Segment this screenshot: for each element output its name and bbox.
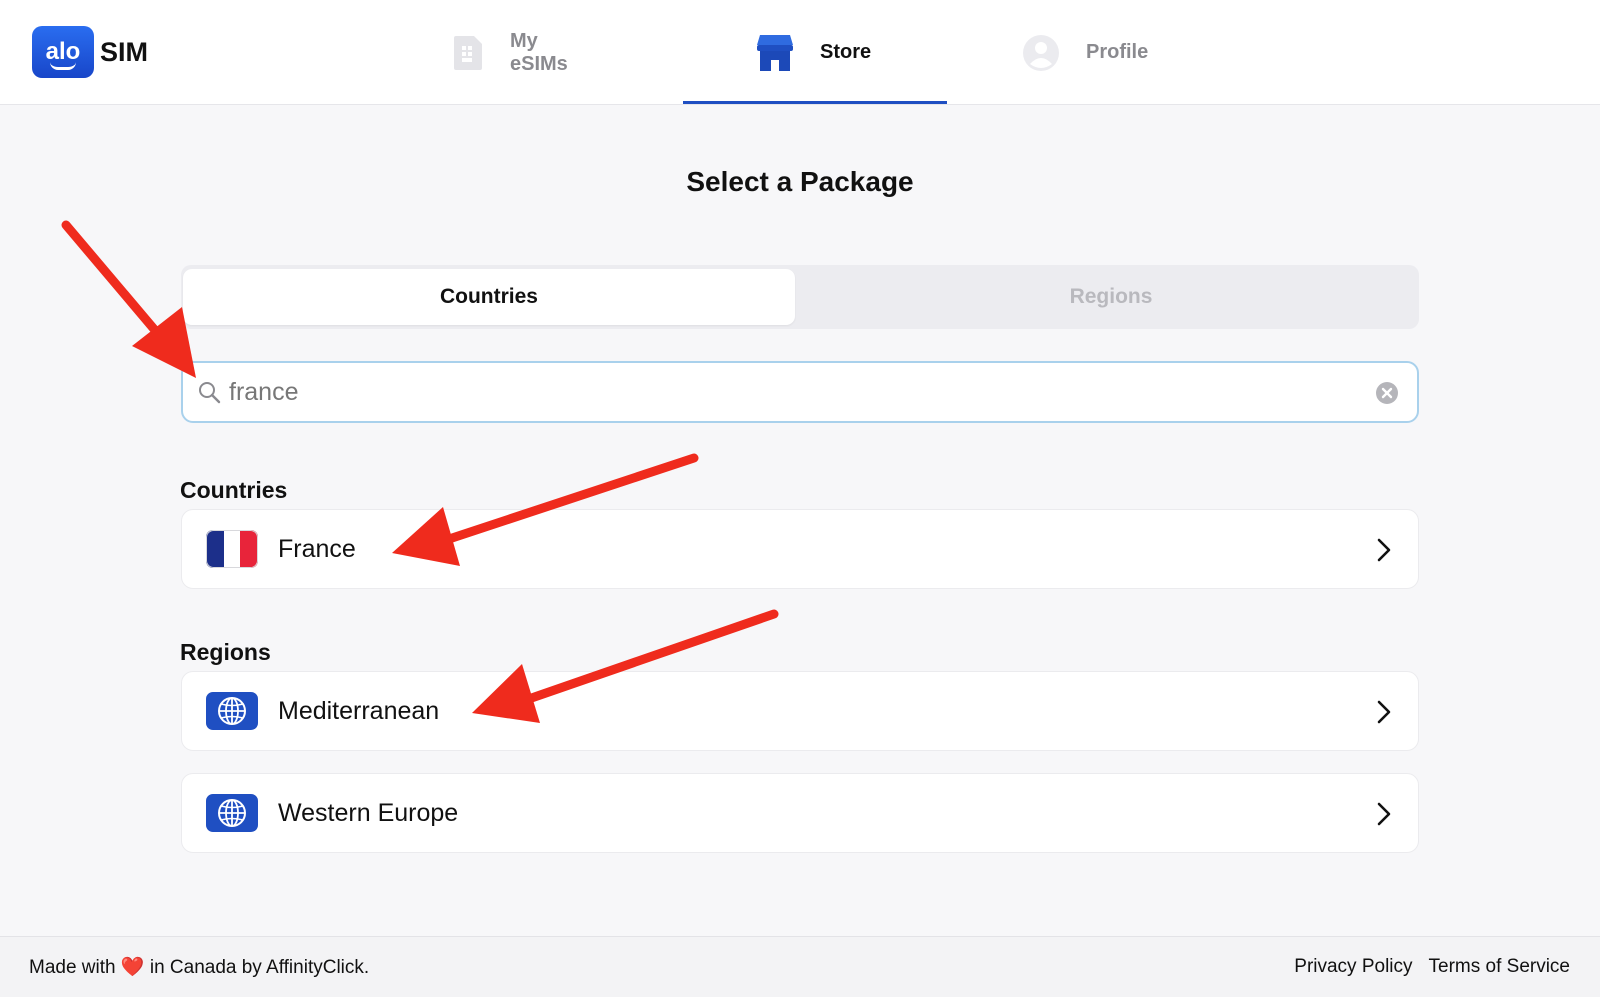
nav-item-profile[interactable]: Profile bbox=[1022, 0, 1148, 105]
made-suffix: in Canada by AffinityClick. bbox=[149, 957, 370, 978]
tab-countries[interactable]: Countries bbox=[183, 269, 795, 325]
chevron-right-icon bbox=[1374, 800, 1394, 828]
alosim-logo[interactable]: alo SIM bbox=[32, 26, 148, 78]
france-flag-icon bbox=[206, 530, 258, 568]
section-label-regions: Regions bbox=[180, 639, 271, 665]
logo-badge: alo bbox=[32, 26, 94, 78]
profile-icon bbox=[1022, 34, 1060, 72]
globe-icon bbox=[206, 794, 258, 832]
heart-icon: ❤️ bbox=[120, 957, 145, 978]
list-item-label: Mediterranean bbox=[278, 696, 440, 725]
nav-item-my-esims[interactable]: My eSIMs bbox=[452, 0, 568, 105]
sim-card-icon bbox=[452, 34, 484, 72]
chevron-right-icon bbox=[1374, 698, 1394, 726]
terms-of-service-link[interactable]: Terms of Service bbox=[1429, 956, 1570, 978]
made-with-text: Made with ❤️ in Canada by AffinityClick. bbox=[29, 955, 369, 979]
list-item-mediterranean[interactable]: Mediterranean bbox=[181, 671, 1419, 751]
top-navbar: alo SIM My eSIMs Store Profile bbox=[0, 0, 1600, 105]
countries-regions-toggle: Countries Regions bbox=[181, 265, 1419, 329]
list-item-france[interactable]: France bbox=[181, 509, 1419, 589]
list-item-label: Western Europe bbox=[278, 798, 459, 827]
search-icon bbox=[197, 380, 223, 404]
globe-icon bbox=[206, 692, 258, 730]
nav-label-store: Store bbox=[820, 41, 872, 63]
made-prefix: Made with bbox=[29, 957, 116, 978]
tab-regions[interactable]: Regions bbox=[805, 269, 1417, 325]
footer: Made with ❤️ in Canada by AffinityClick.… bbox=[0, 936, 1600, 997]
nav-label-my-esims: My eSIMs bbox=[510, 29, 568, 75]
page-title: Select a Package bbox=[686, 166, 914, 197]
store-icon bbox=[756, 33, 794, 73]
nav-item-store[interactable]: Store bbox=[756, 0, 871, 105]
active-tab-underline bbox=[683, 101, 947, 104]
privacy-policy-link[interactable]: Privacy Policy bbox=[1294, 956, 1412, 978]
section-label-countries: Countries bbox=[180, 477, 288, 503]
clear-icon[interactable] bbox=[1375, 381, 1399, 405]
search-input[interactable] bbox=[229, 372, 1349, 412]
list-item-western-europe[interactable]: Western Europe bbox=[181, 773, 1419, 853]
logo-text: SIM bbox=[100, 36, 149, 67]
arrow-to-search bbox=[61, 220, 196, 378]
search-box bbox=[181, 361, 1419, 423]
chevron-right-icon bbox=[1374, 536, 1394, 564]
footer-links: Privacy Policy Terms of Service bbox=[1294, 956, 1570, 978]
nav-label-profile: Profile bbox=[1086, 41, 1149, 63]
logo-smile bbox=[50, 62, 76, 70]
list-item-label: France bbox=[278, 534, 356, 563]
